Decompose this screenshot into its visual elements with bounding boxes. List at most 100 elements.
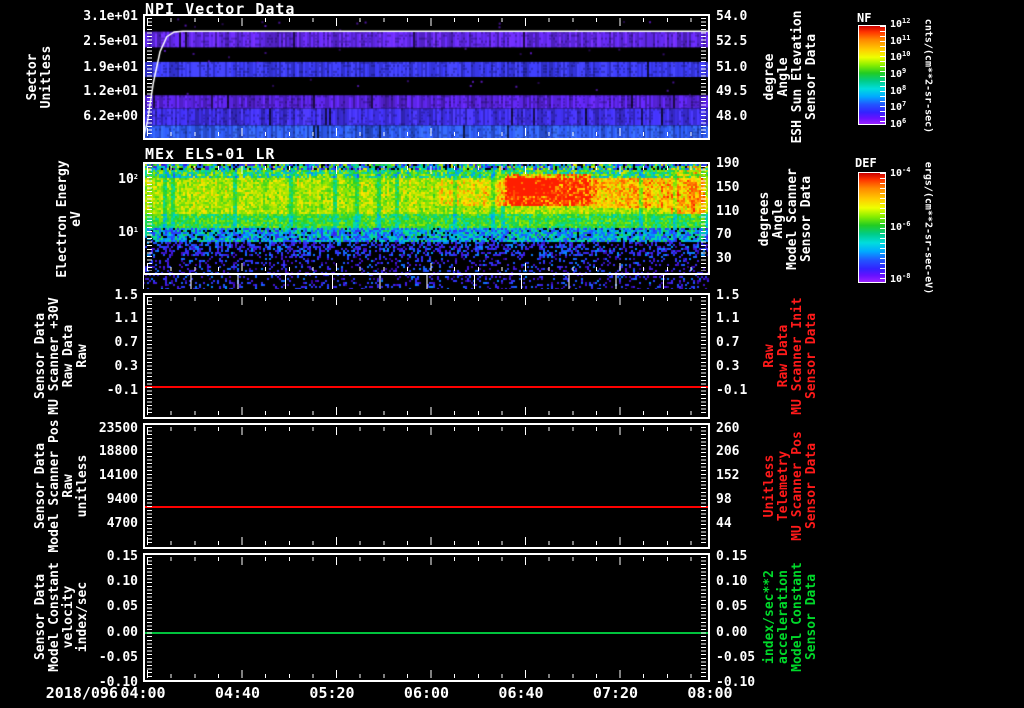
colorbar-tick-label: 107 <box>890 102 906 113</box>
panel2-right-axis-label: degrees Angle Model Scanner Sensor Data <box>758 168 814 270</box>
panel2-left-axis-label: Electron Energy eV <box>56 160 84 277</box>
axis-tick-marks <box>147 427 706 435</box>
panel1-right-axis-label: degree Angle ESH Sun Elevation Sensor Da… <box>763 10 819 143</box>
def-units-label: ergs/(cm**2-sr-sec-eV) <box>923 162 934 294</box>
panel4-right-axis-label: Unitless Telemetry MU Scanner Pos Sensor… <box>763 431 819 541</box>
axis-tick-marks <box>147 670 706 678</box>
axis-tick-marks <box>147 557 706 561</box>
y-tick-label-left: 2.5e+01 <box>83 35 138 49</box>
y-tick-label-left: 0.10 <box>107 575 138 589</box>
npi-spectrogram-canvas <box>143 14 710 140</box>
panel3-left-axis-label: Sensor Data MU Scanner +30V Raw Data Raw <box>34 297 90 414</box>
axis-tick-marks <box>701 557 706 678</box>
y-tick-label-right: 0.15 <box>716 550 747 564</box>
panel-mu-scanner-30v <box>143 293 710 419</box>
multi-panel-plot-page: NPI Vector Data Sector Unitless degree A… <box>0 0 1024 708</box>
panel3-right-axis-label: Raw Raw Data MU Scanner Init Sensor Data <box>763 297 819 414</box>
time-tick-label: 05:20 <box>309 684 354 702</box>
y-tick-label-left: 18800 <box>99 445 138 459</box>
axis-tick-marks <box>147 297 706 301</box>
axis-tick-marks <box>147 407 706 415</box>
y-tick-label-left: 0.3 <box>115 360 138 374</box>
y-tick-label-right: 44 <box>716 517 732 531</box>
velocity-data-line <box>145 632 708 634</box>
y-tick-label-right: 52.5 <box>716 35 747 49</box>
panel1-title: NPI Vector Data <box>145 0 295 18</box>
axis-tick-marks <box>701 427 706 545</box>
colorbar-tick-label: 109 <box>890 69 906 80</box>
y-tick-label-left: 102 <box>118 173 138 187</box>
panel5-right-axis-label: index/sec**2 acceleration Model Constant… <box>763 562 819 672</box>
panel-model-scanner-pos <box>143 423 710 549</box>
scanner-pos-data-line <box>145 506 708 508</box>
axis-tick-marks <box>147 537 706 545</box>
y-tick-label-left: 0.15 <box>107 550 138 564</box>
y-tick-label-left: 0.05 <box>107 600 138 614</box>
axis-tick-marks <box>147 411 706 415</box>
colorbar-nf <box>858 25 886 125</box>
panel1-left-axis-label: Sector Unitless <box>26 46 54 109</box>
y-tick-label-right: 30 <box>716 252 732 266</box>
y-tick-label-right: 150 <box>716 181 739 195</box>
axis-tick-marks <box>147 427 152 545</box>
y-tick-label-left: 6.2e+00 <box>83 110 138 124</box>
axis-tick-marks <box>147 297 706 305</box>
axis-tick-marks <box>147 674 706 678</box>
y-tick-label-left: 4700 <box>107 517 138 531</box>
axis-tick-marks <box>147 297 152 415</box>
axis-tick-marks <box>147 541 706 545</box>
colorbar-tick-label: 10-6 <box>890 222 910 233</box>
def-colorbar-name: DEF <box>855 156 877 170</box>
y-tick-label-left: 1.5 <box>115 289 138 303</box>
colorbar-tick-label: 1011 <box>890 36 910 47</box>
y-tick-label-left: 0.00 <box>107 626 138 640</box>
sub-strip-tick-marks <box>143 275 710 289</box>
panel4-left-axis-label: Sensor Data Model Scanner Pos Raw unitle… <box>34 419 90 552</box>
y-tick-label-right: 98 <box>716 493 732 507</box>
plot-frame <box>143 423 710 549</box>
colorbar-tick-label: 10-4 <box>890 168 910 179</box>
colorbar-def <box>858 172 886 283</box>
y-tick-label-left: 14100 <box>99 469 138 483</box>
colorbar-tick-label: 10-8 <box>890 274 910 285</box>
axis-tick-marks <box>147 427 706 431</box>
colorbar-tick-label: 1010 <box>890 52 910 63</box>
y-tick-label-right: -0.10 <box>716 676 755 690</box>
colorbar-tick-marks <box>880 26 885 124</box>
y-tick-label-right: 54.0 <box>716 10 747 24</box>
y-tick-label-left: 3.1e+01 <box>83 10 138 24</box>
plot-frame <box>143 293 710 419</box>
axis-tick-marks <box>147 557 706 565</box>
axis-tick-marks <box>147 557 152 678</box>
axis-tick-marks <box>701 297 706 415</box>
y-tick-label-right: 70 <box>716 228 732 242</box>
y-tick-label-right: 1.5 <box>716 289 739 303</box>
y-tick-label-right: 206 <box>716 445 739 459</box>
els-spectrogram-canvas <box>143 162 710 289</box>
nf-colorbar-name: NF <box>857 11 871 25</box>
y-tick-label-left: 1.2e+01 <box>83 85 138 99</box>
y-tick-label-right: 260 <box>716 422 739 436</box>
y-tick-label-right: 1.1 <box>716 312 739 326</box>
y-tick-label-left: 23500 <box>99 422 138 436</box>
panel-model-constant-velocity <box>143 553 710 682</box>
panel5-left-axis-label: Sensor Data Model Constant velocity inde… <box>34 562 90 672</box>
plot-frame <box>143 553 710 682</box>
time-tick-label: 06:40 <box>498 684 543 702</box>
nf-units-label: cnts/(cm**2-sr-sec) <box>923 19 934 133</box>
y-tick-label-right: 0.10 <box>716 575 747 589</box>
y-tick-label-left: 9400 <box>107 493 138 507</box>
y-tick-label-right: 51.0 <box>716 61 747 75</box>
y-tick-label-right: 152 <box>716 469 739 483</box>
colorbar-tick-label: 106 <box>890 119 906 130</box>
y-tick-label-right: 0.7 <box>716 336 739 350</box>
y-tick-label-right: 0.05 <box>716 600 747 614</box>
colorbar-tick-label: 108 <box>890 86 906 97</box>
colorbar-tick-marks <box>880 173 885 282</box>
time-tick-label: 07:20 <box>593 684 638 702</box>
panel-npi-vector-data <box>143 14 710 140</box>
y-tick-label-right: 49.5 <box>716 85 747 99</box>
y-tick-label-right: 0.00 <box>716 626 747 640</box>
y-tick-label-left: 1.9e+01 <box>83 61 138 75</box>
y-tick-label-left: 1.1 <box>115 312 138 326</box>
